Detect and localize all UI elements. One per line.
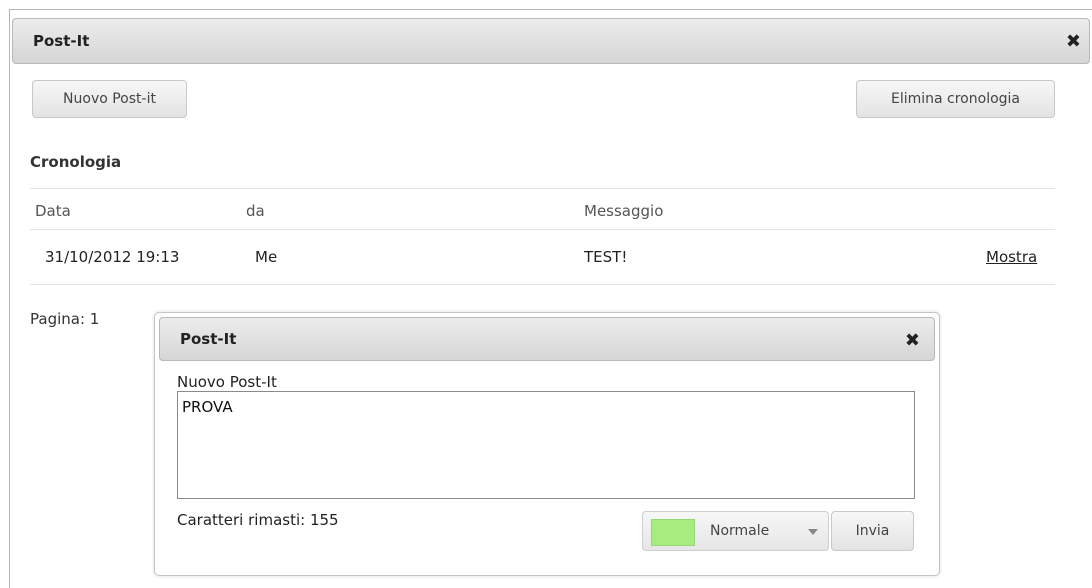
column-header-from: da bbox=[246, 202, 265, 220]
row-message: TEST! bbox=[584, 248, 628, 266]
new-postit-label: Nuovo Post-It bbox=[177, 373, 277, 391]
postit-text-input[interactable]: PROVA bbox=[177, 391, 915, 499]
pagination: Pagina: 1 bbox=[30, 310, 100, 328]
priority-select[interactable]: Normale bbox=[642, 511, 829, 551]
divider bbox=[30, 284, 1055, 285]
show-link[interactable]: Mostra bbox=[986, 248, 1037, 266]
priority-select-value: Normale bbox=[710, 523, 770, 539]
postit-window: Post-It ✖ Nuovo Post-it Elimina cronolog… bbox=[9, 9, 1092, 588]
divider bbox=[30, 188, 1055, 189]
row-date: 31/10/2012 19:13 bbox=[45, 248, 180, 266]
close-icon[interactable]: ✖ bbox=[905, 332, 920, 350]
chars-remaining: Caratteri rimasti: 155 bbox=[177, 511, 339, 529]
new-postit-button[interactable]: Nuovo Post-it bbox=[32, 80, 187, 118]
close-icon[interactable]: ✖ bbox=[1066, 33, 1081, 51]
window-title: Post-It bbox=[33, 32, 90, 50]
dialog-title: Post-It bbox=[180, 330, 237, 348]
column-header-date: Data bbox=[35, 202, 71, 220]
new-postit-dialog: Post-It ✖ Nuovo Post-It PROVA Caratteri … bbox=[154, 312, 940, 576]
dialog-titlebar: Post-It ✖ bbox=[159, 317, 935, 361]
color-swatch bbox=[651, 519, 695, 546]
chevron-down-icon bbox=[808, 529, 818, 535]
history-title: Cronologia bbox=[30, 153, 122, 171]
clear-history-button[interactable]: Elimina cronologia bbox=[856, 80, 1055, 118]
window-titlebar: Post-It ✖ bbox=[12, 18, 1090, 64]
send-button[interactable]: Invia bbox=[831, 511, 914, 551]
row-from: Me bbox=[255, 248, 278, 266]
divider bbox=[30, 229, 1055, 230]
column-header-message: Messaggio bbox=[584, 202, 664, 220]
